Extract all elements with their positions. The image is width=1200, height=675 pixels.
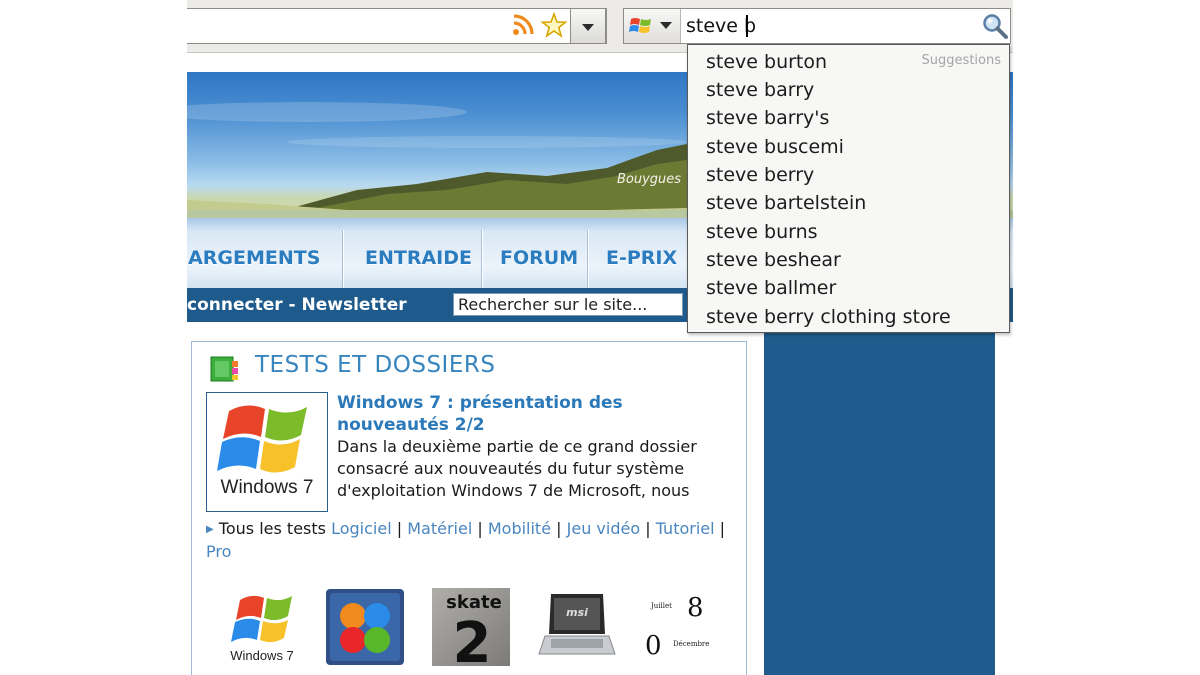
thumbnail-caption: Windows 7 (220, 477, 314, 498)
link-materiel[interactable]: Matériel (407, 519, 472, 538)
nav-divider (342, 230, 344, 288)
link-jeu-video[interactable]: Jeu vidéo (567, 519, 641, 538)
thumbnail-msi-netbook[interactable]: msi (537, 588, 617, 666)
search-bar[interactable] (623, 8, 1011, 44)
rss-feed-icon[interactable] (511, 13, 535, 37)
suggestion-item[interactable]: steve ballmer (706, 277, 836, 299)
link-mobilite[interactable]: Mobilité (488, 519, 551, 538)
skate-title: skate (446, 592, 502, 613)
separator: | (556, 519, 562, 538)
calendar-month: Décembre (673, 640, 709, 648)
link-logiciel[interactable]: Logiciel (331, 519, 392, 538)
suggestion-item[interactable]: steve berry (706, 164, 814, 186)
nav-divider (587, 230, 589, 288)
account-links[interactable]: connecter - Newsletter (187, 288, 407, 322)
chevron-down-icon (660, 22, 672, 29)
url-history-dropdown-button[interactable] (570, 8, 606, 44)
tests-dossiers-panel: TESTS ET DOSSIERS Windows 7 Windows 7 : … (191, 341, 747, 675)
bookmark-star-icon[interactable] (541, 12, 567, 38)
right-sidebar (764, 322, 995, 675)
calendar-day: 0 (645, 631, 662, 661)
nav-item-e-prix[interactable]: E-PRIX (606, 218, 677, 288)
suggestion-item[interactable]: steve buscemi (706, 136, 844, 158)
laptop-brand: msi (566, 606, 588, 619)
folder-icon (210, 356, 238, 382)
nav-divider (481, 230, 483, 288)
windows-logo-icon (629, 18, 651, 33)
nav-item-forum[interactable]: FORUM (500, 218, 578, 288)
bullet-arrow-icon: ▶ (206, 524, 214, 535)
text-caret (746, 15, 748, 37)
search-engine-button[interactable] (624, 9, 681, 43)
thumbnail-office-app[interactable] (325, 588, 405, 666)
thumbnail-skate2-game[interactable]: skate 2 (432, 588, 510, 666)
thumbnail-windows7[interactable]: Windows 7 (222, 588, 302, 666)
suggestion-item[interactable]: steve bartelstein (706, 192, 866, 214)
calendar-month: Juillet (650, 602, 672, 610)
suggestion-item[interactable]: steve beshear (706, 249, 841, 271)
skate-number: 2 (453, 611, 492, 666)
thumbnail-caption: Windows 7 (230, 648, 294, 663)
search-icon[interactable] (981, 12, 1009, 40)
separator: | (645, 519, 651, 538)
calendar-day: 8 (687, 593, 704, 623)
search-suggestions-popup: Suggestions steve burton steve barry ste… (687, 44, 1010, 333)
separator: | (477, 519, 483, 538)
article-title-link[interactable]: Windows 7 : présentation des nouveautés … (337, 392, 727, 436)
article-thumbnail[interactable]: Windows 7 (206, 392, 328, 512)
site-search-input[interactable]: Rechercher sur le site... (453, 293, 683, 316)
suggestion-item[interactable]: steve berry clothing store (706, 306, 951, 328)
separator: | (396, 519, 403, 538)
windows-logo-icon (217, 405, 307, 473)
suggestion-item[interactable]: steve barry's (706, 107, 829, 129)
test-category-links: ▶ Tous les tests Logiciel | Matériel | M… (206, 518, 736, 563)
section-title: TESTS ET DOSSIERS (255, 352, 496, 378)
banner-brand-text: Bouygues (617, 172, 682, 187)
article-summary: Dans la deuxième partie de ce grand doss… (337, 437, 697, 500)
nav-item-telechargements[interactable]: IARGEMENTS (187, 218, 320, 288)
search-input[interactable] (686, 11, 976, 41)
thumbnail-calendar[interactable]: Juillet 8 0 Décembre (637, 588, 717, 666)
nav-item-entraide[interactable]: ENTRAIDE (365, 218, 472, 288)
separator: | (719, 519, 726, 538)
link-tutoriel[interactable]: Tutoriel (656, 519, 715, 538)
all-tests-label[interactable]: Tous les tests (219, 519, 326, 538)
suggestion-item[interactable]: steve barry (706, 79, 814, 101)
link-pro[interactable]: Pro (206, 542, 231, 561)
suggestion-item[interactable]: steve burns (706, 221, 818, 243)
suggestion-item[interactable]: steve burton (706, 51, 827, 73)
chevron-down-icon (582, 24, 594, 31)
suggestions-label: Suggestions (921, 53, 1001, 68)
